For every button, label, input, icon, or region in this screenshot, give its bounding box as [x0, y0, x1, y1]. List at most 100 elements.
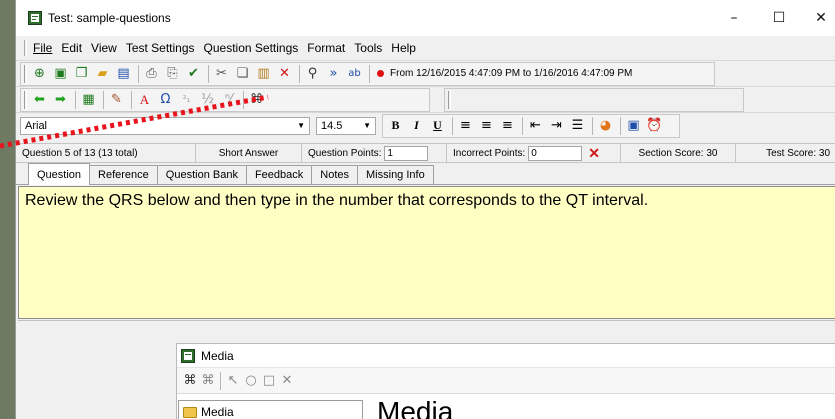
- save-icon[interactable]: ▤: [114, 64, 133, 83]
- media-icon[interactable]: ⌘: [247, 90, 266, 109]
- format-buttons-group: B I U ≡ ≡ ≡ ⇤ ⇥ ☰ ◕ ▣ ⏰: [382, 113, 680, 138]
- indent-icon[interactable]: ⇥: [547, 116, 566, 135]
- menu-format[interactable]: Format: [307, 41, 345, 55]
- toolbar-grip: [24, 64, 27, 83]
- folder-open-icon[interactable]: ▰: [93, 64, 112, 83]
- forward-arrow-icon[interactable]: ➡: [51, 90, 70, 109]
- new-question-icon[interactable]: ⊕: [30, 64, 49, 83]
- outdent-icon[interactable]: ⇤: [526, 116, 545, 135]
- bold-button[interactable]: B: [386, 116, 405, 135]
- record-icon[interactable]: [377, 70, 384, 77]
- tab-question-bank[interactable]: Question Bank: [156, 165, 247, 184]
- tab-notes[interactable]: Notes: [311, 165, 359, 184]
- pointer-icon[interactable]: ↖: [224, 372, 242, 390]
- toolbar-grip: [448, 90, 451, 109]
- align-left-icon[interactable]: ≡: [456, 116, 475, 135]
- next-icon[interactable]: »: [324, 64, 343, 83]
- back-arrow-icon[interactable]: ⬅: [30, 90, 49, 109]
- media-add-icon[interactable]: ⌘: [181, 372, 199, 390]
- cut-icon[interactable]: ✂: [212, 64, 231, 83]
- menu-test-settings[interactable]: Test Settings: [126, 41, 195, 55]
- find-icon[interactable]: ⚲: [303, 64, 322, 83]
- toolbar-separator: [243, 90, 244, 109]
- superscript-icon[interactable]: ²₁: [177, 90, 196, 109]
- spellcheck-icon[interactable]: ✔: [184, 64, 203, 83]
- media-heading: Media: [377, 396, 454, 419]
- highlight-icon[interactable]: ✎: [107, 90, 126, 109]
- incorrect-points-input[interactable]: 0: [528, 145, 583, 161]
- rectangle-icon[interactable]: □: [260, 372, 278, 390]
- font-family-value: Arial: [25, 119, 48, 132]
- font-size-select[interactable]: 14.5 ▼: [316, 116, 376, 135]
- tab-feedback[interactable]: Feedback: [245, 165, 313, 184]
- alarm-clock-icon[interactable]: ⏰: [645, 116, 664, 135]
- section-score: Section Score: 30: [621, 143, 736, 163]
- question-type: Short Answer: [196, 143, 302, 163]
- copy-question-icon[interactable]: ❐: [72, 64, 91, 83]
- color-picker-icon[interactable]: ◕: [596, 116, 615, 135]
- align-right-icon[interactable]: ≡: [498, 116, 517, 135]
- symbol-icon[interactable]: Ω: [156, 90, 175, 109]
- close-button[interactable]: ✕: [798, 0, 835, 36]
- delete-shape-icon[interactable]: ✕: [278, 372, 296, 390]
- calendar-icon[interactable]: ▣: [624, 116, 643, 135]
- toolbar-separator: [452, 116, 453, 135]
- toolbar-separator: [620, 116, 621, 135]
- date-range-label[interactable]: From 12/16/2015 4:47:09 PM to 1/16/2016 …: [390, 68, 632, 79]
- font-size-value: 14.5: [321, 119, 343, 132]
- empty-toolbar-group: [444, 87, 744, 112]
- question-position: Question 5 of 13 (13 total): [16, 143, 196, 163]
- question-points-input[interactable]: 1: [384, 145, 429, 161]
- delete-icon[interactable]: ✕: [275, 64, 294, 83]
- maximize-button[interactable]: ☐: [756, 0, 802, 36]
- menu-file[interactable]: File: [33, 41, 52, 55]
- media-remove-icon[interactable]: ⌘: [199, 372, 217, 390]
- question-info-bar: Question 5 of 13 (13 total) Short Answer…: [16, 143, 835, 163]
- clear-x-icon[interactable]: ✕: [588, 145, 600, 162]
- toolbar-separator: [592, 116, 593, 135]
- question-list-icon[interactable]: ▦: [79, 90, 98, 109]
- incorrect-points-label: Incorrect Points:: [453, 147, 526, 159]
- media-window-title: Media: [201, 348, 234, 363]
- math-icon[interactable]: ⁿ⁄: [219, 90, 238, 109]
- bullet-list-icon[interactable]: ☰: [568, 116, 587, 135]
- toolbar-separator: [131, 90, 132, 109]
- question-text: Review the QRS below and then type in th…: [25, 192, 649, 209]
- replace-icon[interactable]: ab: [345, 64, 364, 83]
- menu-question-settings[interactable]: Question Settings: [204, 41, 299, 55]
- format-toolbar: Arial ▼ 14.5 ▼ B I U ≡ ≡ ≡ ⇤ ⇥ ☰ ◕ ▣ ⏰: [16, 112, 835, 138]
- print-icon[interactable]: ⎙: [142, 64, 161, 83]
- minimize-button[interactable]: –: [711, 0, 757, 36]
- media-window-icon: [181, 348, 195, 363]
- fraction-icon[interactable]: ½: [198, 90, 217, 109]
- media-window: Media ⌘ ⌘ ↖ ○ □ ✕ Media Media: [176, 343, 835, 419]
- print-preview-icon[interactable]: ⎘: [163, 64, 182, 83]
- tab-reference[interactable]: Reference: [89, 165, 158, 184]
- app-icon: [28, 11, 42, 25]
- question-text-editor[interactable]: Review the QRS below and then type in th…: [18, 186, 835, 319]
- media-tree-item[interactable]: Media: [201, 405, 234, 419]
- toolbar-separator: [220, 371, 221, 390]
- question-points-cell: Question Points: 1: [302, 143, 447, 163]
- ellipse-icon[interactable]: ○: [242, 372, 260, 390]
- paste-icon[interactable]: ▥: [254, 64, 273, 83]
- menu-tools[interactable]: Tools: [354, 41, 382, 55]
- italic-button[interactable]: I: [407, 116, 426, 135]
- menu-grip: [24, 40, 27, 56]
- tab-missing-info[interactable]: Missing Info: [357, 165, 434, 184]
- font-family-select[interactable]: Arial ▼: [20, 116, 310, 135]
- media-tree[interactable]: Media: [178, 400, 363, 419]
- question-tabs: Question Reference Question Bank Feedbac…: [16, 163, 835, 185]
- main-toolbar-group: ⊕ ▣ ❐ ▰ ▤ ⎙ ⎘ ✔ ✂ ❏ ▥ ✕ ⚲ » ab From 12/1…: [20, 61, 715, 86]
- font-size-icon[interactable]: A: [135, 90, 154, 109]
- copy-icon[interactable]: ❏: [233, 64, 252, 83]
- toolbar-separator: [369, 64, 370, 83]
- menu-view[interactable]: View: [91, 41, 117, 55]
- menu-edit[interactable]: Edit: [61, 41, 82, 55]
- open-icon[interactable]: ▣: [51, 64, 70, 83]
- align-center-icon[interactable]: ≡: [477, 116, 496, 135]
- tab-question[interactable]: Question: [28, 163, 91, 185]
- menu-help[interactable]: Help: [391, 41, 416, 55]
- underline-button[interactable]: U: [428, 116, 447, 135]
- media-title-bar: Media: [177, 344, 835, 368]
